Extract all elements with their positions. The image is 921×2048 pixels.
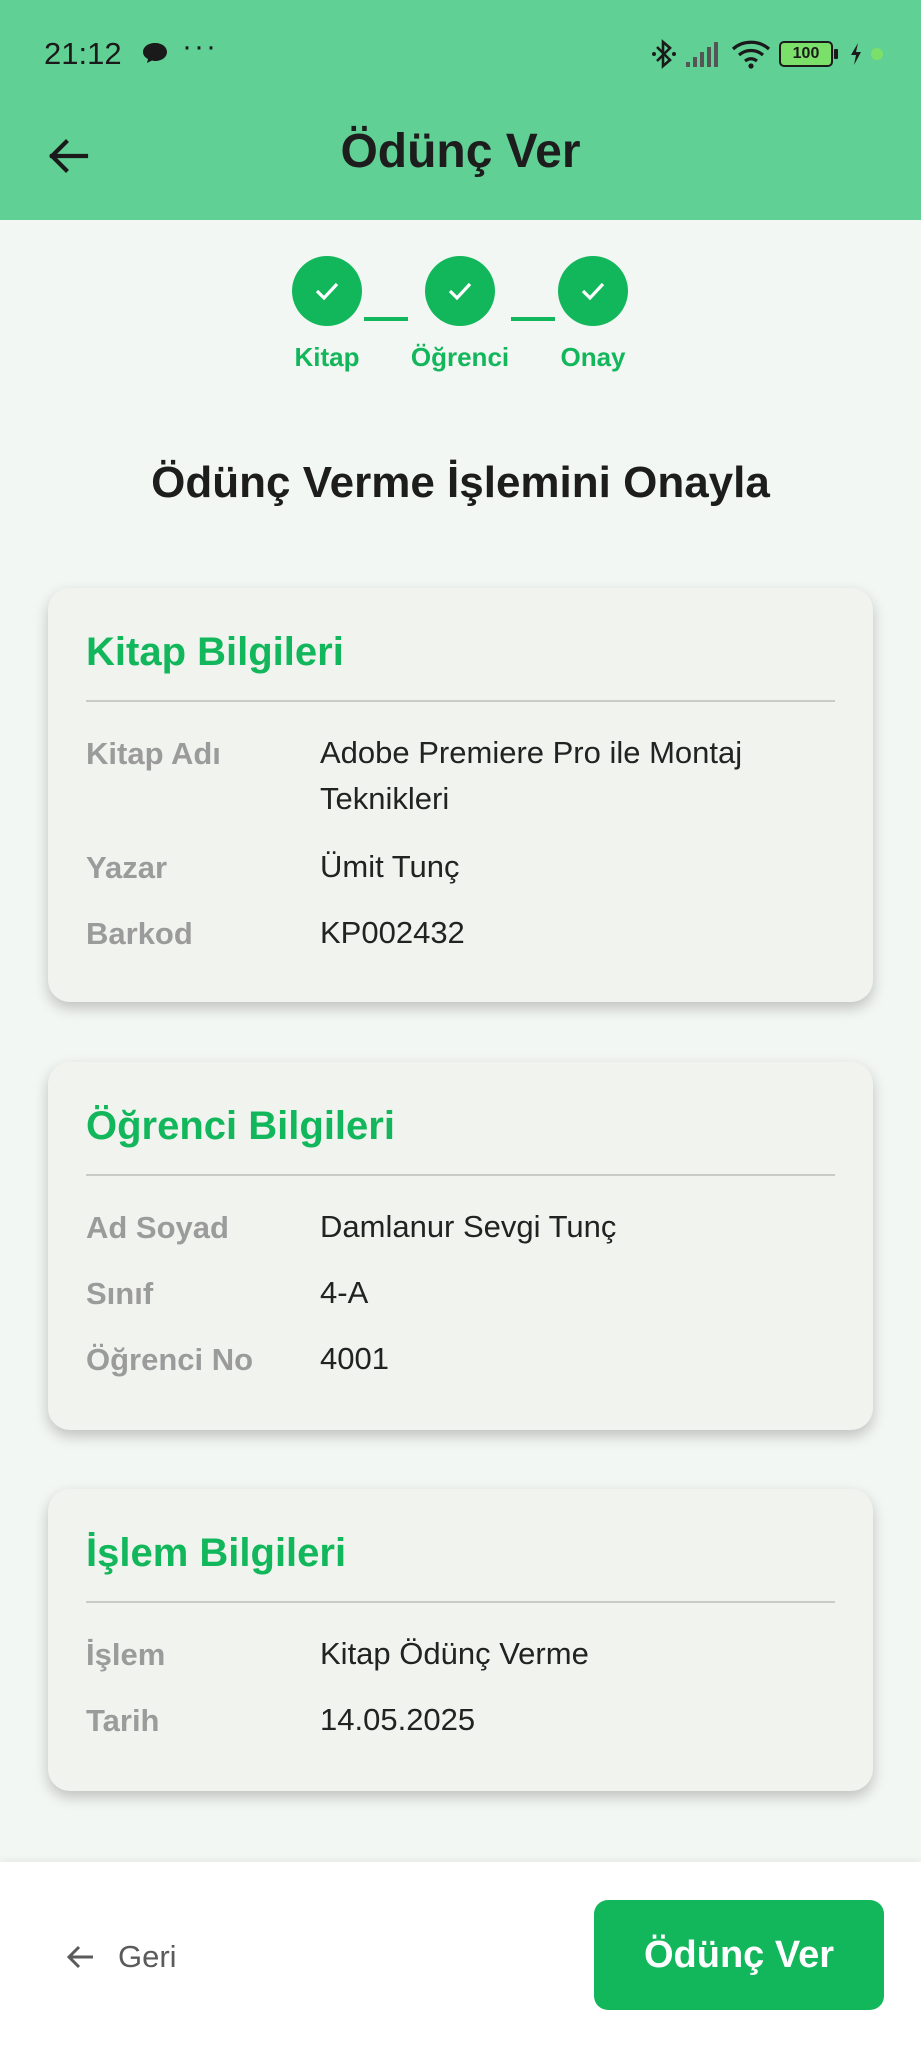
transaction-info-card: İşlem Bilgileri İşlem Kitap Ödünç Verme … [48,1489,873,1791]
row-value: 4-A [320,1275,369,1310]
row-label: Yazar [86,850,168,885]
row-label: İşlem [86,1637,166,1672]
app-header: 21:12 ··· 100 Ödünç Ver [0,0,921,220]
row-label: Sınıf [86,1276,154,1311]
row-value: 4001 [320,1341,389,1376]
student-info-card: Öğrenci Bilgileri Ad Soyad Damlanur Sevg… [48,1062,873,1430]
card-title: Kitap Bilgileri [86,630,344,674]
status-time: 21:12 [44,36,122,71]
wifi-icon [731,40,771,69]
page-title: Ödünç Ver [340,125,581,178]
row-value: Kitap Ödünç Verme [320,1636,589,1671]
row-label: Kitap Adı [86,736,221,771]
status-bar: 21:12 ··· 100 [0,0,921,110]
row-value: Ümit Tunç [320,849,460,884]
card-title: Öğrenci Bilgileri [86,1104,395,1148]
arrow-left-icon [66,1945,93,1969]
check-icon [581,282,605,301]
step-ogrenci-circle [425,256,495,326]
row-label: Tarih [86,1703,160,1738]
step-connector [364,317,408,321]
confirm-heading: Ödünç Verme İşlemini Onayla [151,458,770,507]
back-text-button[interactable]: Geri [64,1932,177,1982]
step-label-ogrenci: Öğrenci [410,342,510,372]
back-label: Geri [118,1939,177,1974]
divider [86,700,835,702]
bluetooth-icon [652,39,676,69]
battery-indicator: 100 [779,41,838,67]
bottom-action-bar: Geri Ödünç Ver [0,1862,921,2048]
signal-icon [686,42,718,67]
row-value: Damlanur Sevgi Tunç [320,1209,617,1244]
divider [86,1601,835,1603]
status-more: ··· [182,30,218,63]
step-connector [511,317,555,321]
chat-bubble-icon [143,43,167,63]
step-onay-circle [558,256,628,326]
status-icons: 100 [651,36,883,72]
check-icon [448,282,472,301]
row-value: Adobe Premiere Pro ile Montaj Teknikleri [320,735,743,816]
lend-button[interactable]: Ödünç Ver [594,1900,884,2010]
row-label: Barkod [86,916,193,951]
row-value: KP002432 [320,915,465,950]
battery-level: 100 [792,45,820,62]
card-title: İşlem Bilgileri [86,1531,347,1575]
row-label: Ad Soyad [86,1210,229,1245]
charging-icon [851,43,861,65]
step-kitap-circle [292,256,362,326]
book-info-card: Kitap Bilgileri Kitap Adı Adobe Premiere… [48,588,873,1002]
row-value: 14.05.2025 [320,1702,476,1737]
check-icon [315,282,339,301]
row-label: Öğrenci No [86,1342,254,1377]
progress-stepper: Kitap Öğrenci Onay [0,256,921,376]
step-label-kitap: Kitap [294,342,360,372]
charge-dot [871,48,883,60]
divider [86,1174,835,1176]
step-label-onay: Onay [560,342,626,372]
